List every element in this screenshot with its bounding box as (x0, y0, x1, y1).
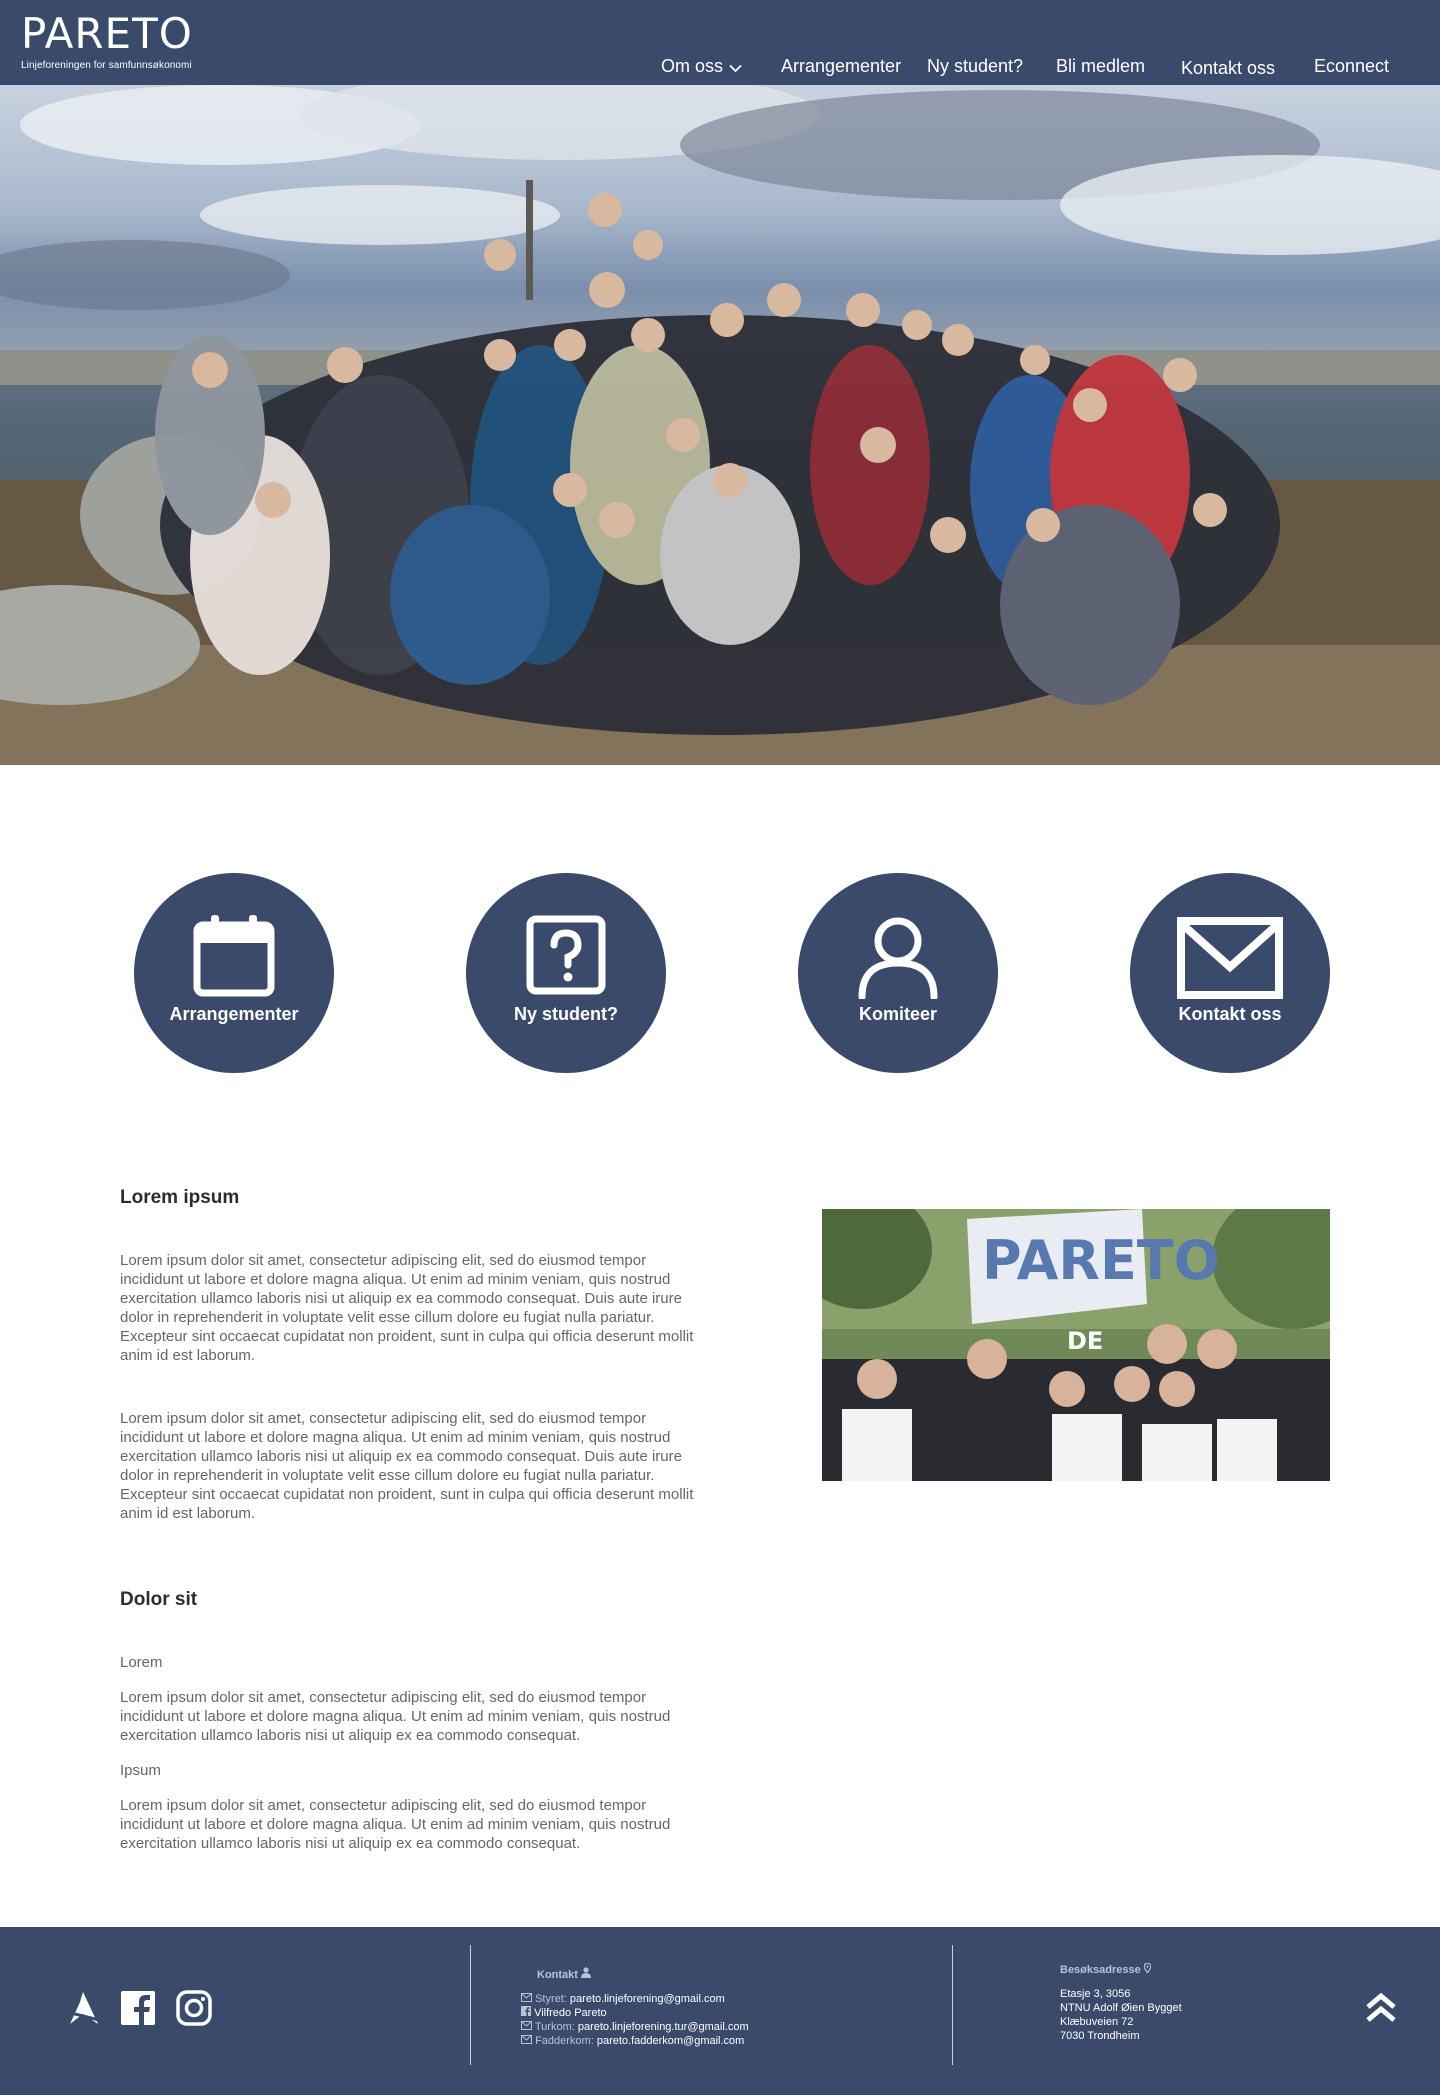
nav-item-ny-student[interactable]: Ny student? (927, 54, 1023, 78)
contact-value: pareto.linjeforening@gmail.com (569, 1993, 725, 2005)
contact-row[interactable]: Fadderkom: pareto.fadderkom@gmail.com (521, 2034, 749, 2048)
user-small-icon (581, 1967, 592, 1978)
facebook-small-icon (521, 2006, 531, 2016)
question-icon (526, 915, 606, 995)
mail-icon (521, 2021, 532, 2030)
side-photo-illustration: PARETO DE (822, 1209, 1330, 1481)
section-subtitle: Lorem (120, 1654, 163, 1671)
section-subtitle: Ipsum (120, 1762, 161, 1779)
contact-row[interactable]: Turkom: pareto.linjeforening.tur@gmail.c… (521, 2020, 749, 2034)
contact-value: pareto.fadderkom@gmail.com (596, 2035, 745, 2047)
nav-item-arrangementer[interactable]: Arrangementer (781, 54, 901, 78)
contact-value: pareto.linjeforening.tur@gmail.com (577, 2021, 749, 2033)
quicklink-label: Kontakt oss (1178, 1004, 1282, 1024)
quicklink-label: Komiteer (858, 1004, 938, 1024)
quicklink-label: Ny student? (513, 1004, 618, 1024)
logo-wordmark: PARETO (21, 9, 193, 58)
quicklink-label: Arrangementer (169, 1004, 299, 1024)
quicklink-komiteer[interactable]: Komiteer (798, 873, 998, 1073)
site-header: PARETO Linjeforeningen for samfunnsøkono… (0, 0, 1440, 85)
section-paragraph: Lorem ipsum dolor sit amet, consectetur … (120, 1797, 671, 1852)
facebook-icon[interactable] (121, 1991, 155, 2025)
contact-value: Vilfredo Pareto (534, 2007, 607, 2019)
address-line: 7030 Trondheim (1060, 2030, 1140, 2042)
quicklink-kontakt-oss[interactable]: Kontakt oss (1130, 873, 1330, 1073)
banner-text: PARETO (982, 1229, 1220, 1292)
nav-item-kontakt-oss[interactable]: Kontakt oss (1181, 56, 1275, 80)
envelope-icon (1177, 917, 1283, 999)
quicklink-arrangementer[interactable]: Arrangementer (134, 873, 334, 1073)
banner-sub: DE (1067, 1327, 1103, 1355)
address-line: Etasje 3, 3056 (1060, 1988, 1131, 2000)
scroll-to-top-button[interactable] (1365, 1992, 1397, 2028)
nav-item-bli-medlem[interactable]: Bli medlem (1056, 54, 1145, 78)
contact-label: Styret: (535, 1993, 567, 2005)
hero-photo (0, 85, 1440, 765)
double-chevron-up-icon (1366, 1992, 1396, 2022)
section-paragraph: Lorem ipsum dolor sit amet, consectetur … (120, 1252, 694, 1364)
pareto-logo-icon[interactable] (66, 1990, 100, 2026)
section-paragraph: Lorem ipsum dolor sit amet, consectetur … (120, 1410, 694, 1522)
section-paragraph: Lorem ipsum dolor sit amet, consectetur … (120, 1689, 671, 1744)
address-title-text: Besøksadresse (1060, 1964, 1141, 1976)
contact-title-text: Kontakt (537, 1969, 578, 1981)
contact-label: Fadderkom: (535, 2035, 594, 2047)
site-footer: Kontakt Styret: pareto.linjeforening@gma… (0, 1927, 1440, 2095)
section-title: Dolor sit (120, 1589, 198, 1610)
chevron-down-icon (729, 55, 742, 79)
footer-divider (952, 1945, 953, 2065)
section-title: Lorem ipsum (120, 1187, 240, 1208)
footer-address-title: Besøksadresse (1060, 1962, 1182, 1977)
nav-item-om-oss[interactable]: Om oss (661, 54, 742, 79)
contact-row[interactable]: Styret: pareto.linjeforening@gmail.com (521, 1992, 749, 2006)
user-icon (858, 917, 938, 999)
contact-row[interactable]: Vilfredo Pareto (521, 2006, 749, 2020)
footer-divider (470, 1945, 471, 2065)
side-photo: PARETO DE (822, 1209, 1330, 1481)
address-line: Klæbuveien 72 (1060, 2016, 1134, 2028)
instagram-icon[interactable] (176, 1990, 212, 2026)
calendar-icon (193, 915, 275, 997)
nav-label: Om oss (661, 56, 724, 76)
quicklink-ny-student[interactable]: Ny student? (466, 873, 666, 1073)
contact-label: Turkom: (534, 2021, 575, 2033)
main-content: Lorem ipsum Lorem ipsum dolor sit amet, … (120, 1185, 710, 1853)
nav-item-econnect[interactable]: Econnect (1314, 54, 1389, 78)
mail-icon (521, 2035, 532, 2044)
footer-contact-title: Kontakt (537, 1967, 749, 1982)
footer-contact: Kontakt Styret: pareto.linjeforening@gma… (521, 1967, 749, 2048)
address-line: NTNU Adolf Øien Bygget (1060, 2002, 1182, 2014)
hero-illustration (0, 85, 1440, 765)
main-nav: Om oss Arrangementer Ny student? Bli med… (0, 54, 1440, 78)
mail-icon (521, 1993, 532, 2002)
location-pin-icon (1143, 1962, 1152, 1975)
footer-address: Besøksadresse Etasje 3, 3056 NTNU Adolf … (1060, 1962, 1182, 2043)
